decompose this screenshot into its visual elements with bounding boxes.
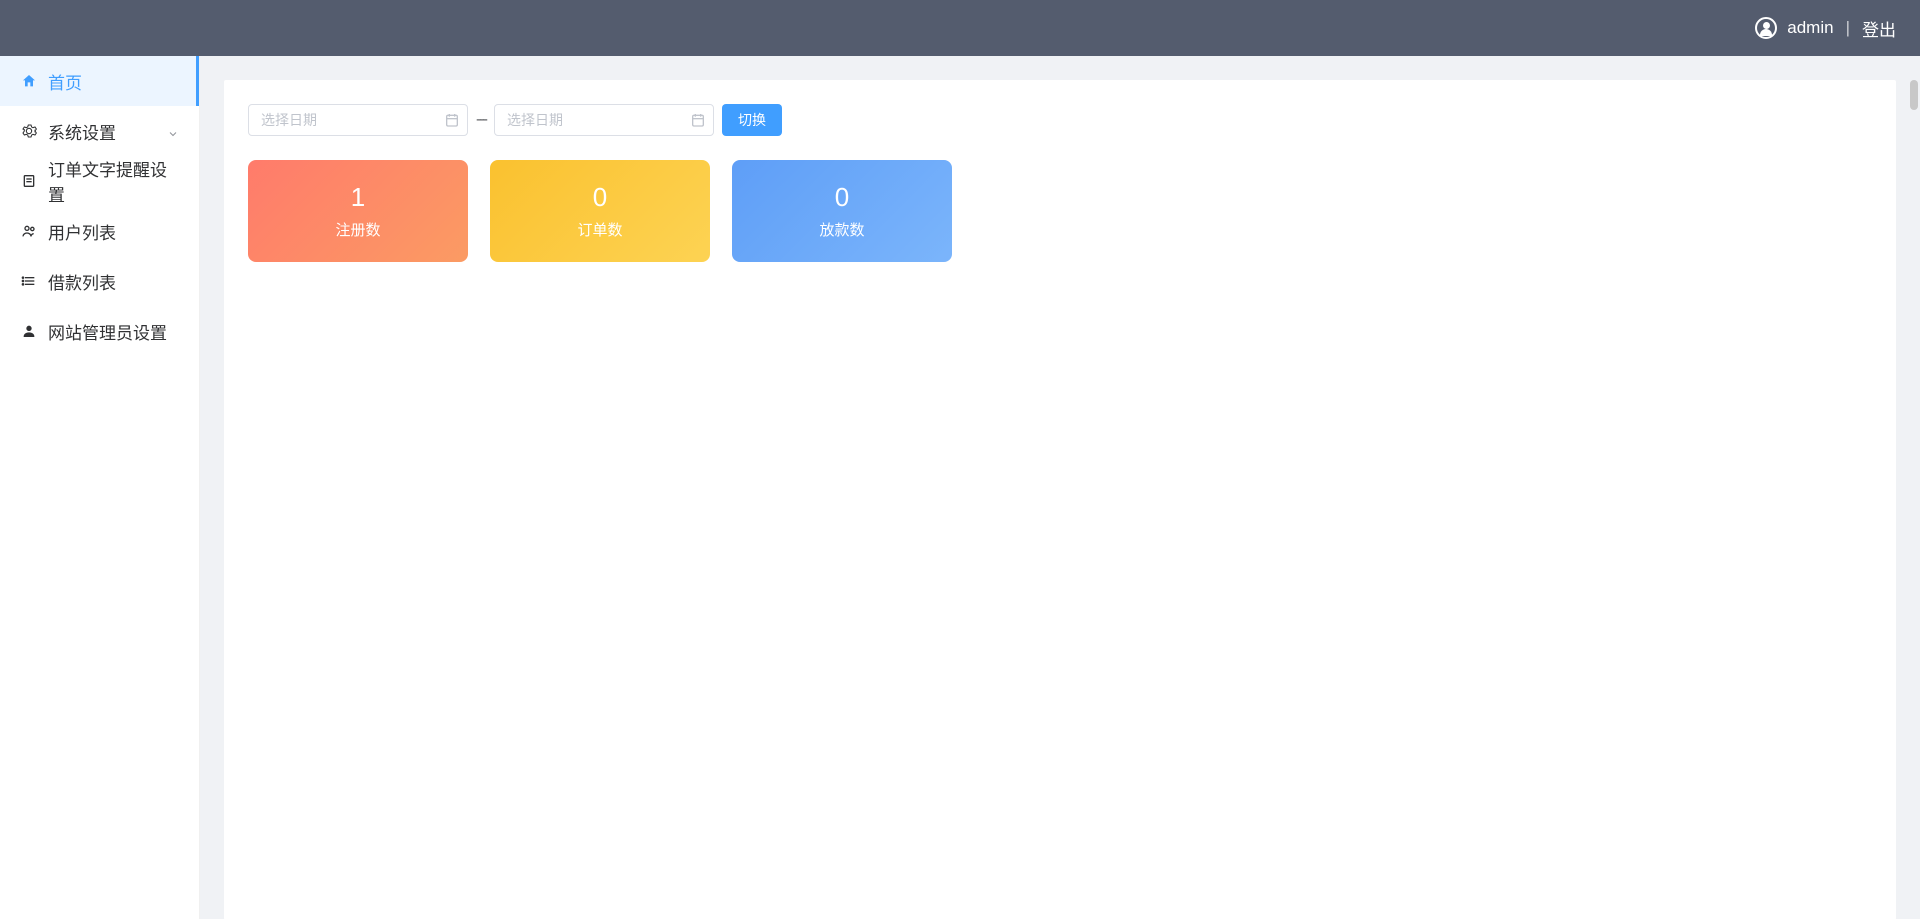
stat-label: 放款数	[819, 219, 864, 240]
main-content: --- 切换 1 注册数 0	[200, 56, 1920, 919]
sidebar-item-admin-settings[interactable]: 网站管理员设置	[0, 306, 199, 356]
sidebar-item-order-text-reminder[interactable]: 订单文字提醒设置	[0, 156, 199, 206]
sidebar-item-label: 用户列表	[48, 219, 179, 244]
scrollbar-track	[1910, 80, 1918, 895]
stat-value: 0	[593, 182, 607, 213]
sidebar-item-user-list[interactable]: 用户列表	[0, 206, 199, 256]
sidebar-item-label: 借款列表	[48, 269, 179, 294]
sidebar-item-label: 首页	[48, 69, 176, 94]
stat-label: 订单数	[577, 219, 622, 240]
date-start-wrap	[248, 104, 468, 136]
header-separator: |	[1846, 18, 1850, 38]
stat-row: 1 注册数 0 订单数 0 放款数	[248, 160, 1872, 262]
doc-icon	[20, 172, 38, 190]
stat-value: 0	[835, 182, 849, 213]
sidebar-item-loan-list[interactable]: 借款列表	[0, 256, 199, 306]
stat-card-register: 1 注册数	[248, 160, 468, 262]
stat-value: 1	[351, 182, 365, 213]
filter-row: --- 切换	[248, 104, 1872, 136]
scrollbar-thumb[interactable]	[1910, 80, 1918, 110]
username: admin	[1787, 18, 1833, 38]
date-range-separator: ---	[476, 111, 486, 129]
home-icon	[20, 72, 38, 90]
header-user-block: admin | 登出	[1755, 16, 1896, 41]
date-end-input[interactable]	[494, 104, 714, 136]
date-start-input[interactable]	[248, 104, 468, 136]
sidebar-item-label: 网站管理员设置	[48, 319, 179, 344]
content-card: --- 切换 1 注册数 0	[224, 80, 1896, 919]
date-end-wrap	[494, 104, 714, 136]
sidebar-item-label: 系统设置	[48, 119, 167, 144]
sidebar-item-home[interactable]: 首页	[0, 56, 199, 106]
stat-card-orders: 0 订单数	[490, 160, 710, 262]
top-header: admin | 登出	[0, 0, 1920, 56]
chevron-down-icon	[167, 125, 179, 137]
gear-icon	[20, 122, 38, 140]
sidebar-item-system-settings[interactable]: 系统设置	[0, 106, 199, 156]
sidebar-item-label: 订单文字提醒设置	[48, 156, 179, 206]
list-icon	[20, 272, 38, 290]
stat-label: 注册数	[335, 219, 380, 240]
logout-link[interactable]: 登出	[1862, 16, 1896, 41]
person-icon	[20, 322, 38, 340]
sidebar: 首页 系统设置 订单文字提醒设置	[0, 56, 200, 919]
toggle-button[interactable]: 切换	[722, 104, 782, 136]
users-icon	[20, 222, 38, 240]
stat-card-payouts: 0 放款数	[732, 160, 952, 262]
avatar-icon	[1755, 17, 1777, 39]
